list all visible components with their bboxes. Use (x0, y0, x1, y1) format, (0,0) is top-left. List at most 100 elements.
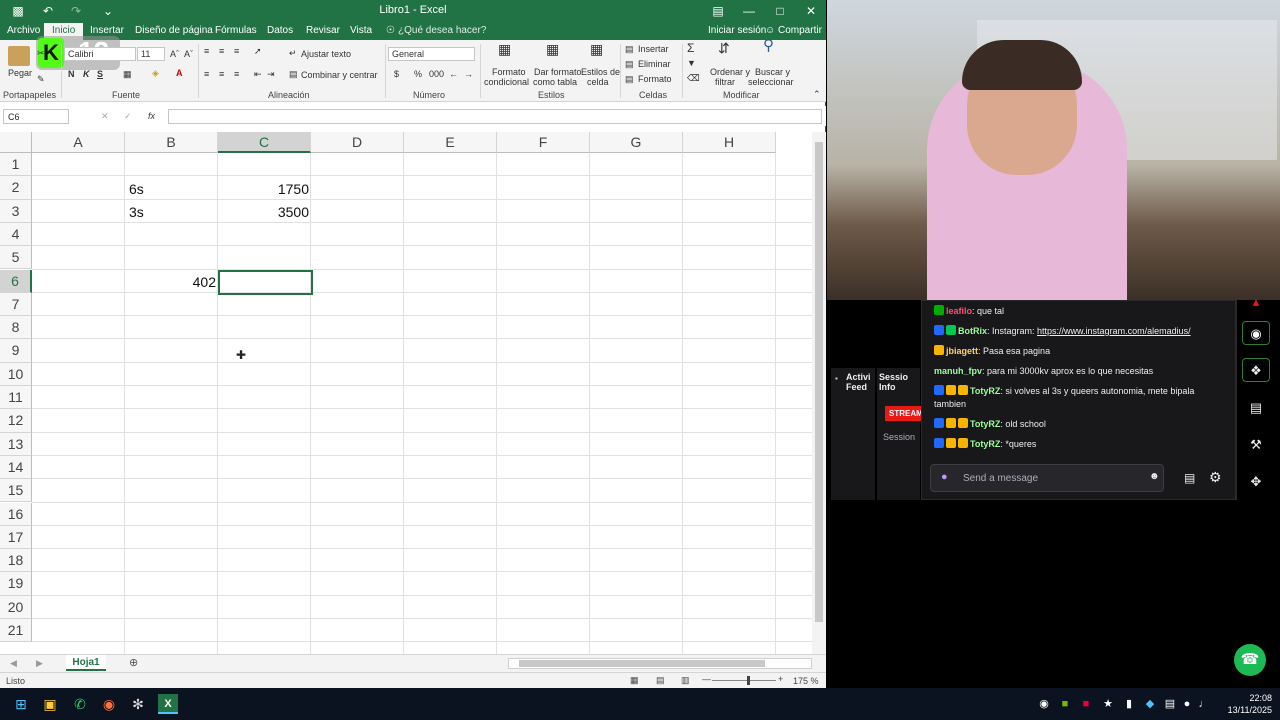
align-right-icon[interactable]: ≡ (234, 69, 239, 79)
chat-badge-icon[interactable] (934, 325, 944, 335)
indent-decrease-icon[interactable]: ⇤ (254, 69, 262, 79)
formula-input[interactable] (168, 109, 822, 124)
close-dock-icon[interactable]: ▴ (1242, 290, 1270, 314)
bold-button[interactable]: N (68, 69, 75, 79)
tell-me-search[interactable]: ¿Qué desea hacer? (398, 25, 486, 36)
shrink-font-icon[interactable]: Aˇ (184, 49, 193, 59)
mic-icon[interactable]: ● (941, 471, 948, 483)
align-middle-icon[interactable]: ≡ (219, 46, 224, 56)
font-color-icon[interactable]: A (176, 68, 183, 78)
column-header-B[interactable]: B (125, 132, 218, 153)
row-header-21[interactable]: 21 (0, 619, 32, 643)
chat-badge-icon[interactable] (946, 325, 956, 335)
increase-decimal-icon[interactable]: ← (449, 69, 458, 79)
obs-icon[interactable]: ✻ (128, 694, 148, 714)
store-icon[interactable]: ▤ (1184, 471, 1195, 485)
excel-taskbar-icon[interactable]: X (158, 694, 178, 714)
currency-button[interactable]: $ (394, 69, 399, 79)
chat-badge-icon[interactable] (934, 385, 944, 395)
format-icon[interactable]: ▤ (625, 74, 634, 84)
nodes-icon[interactable]: ✥ (1242, 470, 1270, 494)
format-table-icon[interactable]: ▦ (546, 42, 559, 56)
row-header-5[interactable]: 5 (0, 246, 32, 270)
active-cell[interactable] (218, 270, 313, 295)
find-label-1[interactable]: Buscar y (755, 67, 790, 77)
collapse-ribbon-icon[interactable]: ⌃ (813, 89, 821, 99)
ribbon-display-icon[interactable]: ▤ (710, 3, 726, 19)
chat-badge-icon[interactable] (946, 438, 956, 448)
cell-C2[interactable]: 1750 (219, 178, 309, 200)
wrap-text-icon[interactable]: ↵ (289, 48, 297, 58)
support-button[interactable]: ☎ (1234, 644, 1266, 676)
tray-icon-3[interactable]: ■ (1076, 694, 1096, 714)
align-bottom-icon[interactable]: ≡ (234, 46, 239, 56)
cell-styles-icon[interactable]: ▦ (590, 42, 603, 56)
horizontal-scroll-thumb[interactable] (519, 660, 765, 667)
tray-icon-1[interactable]: ◉ (1034, 694, 1054, 714)
chat-badge-icon[interactable] (946, 385, 956, 395)
chat-badge-icon[interactable] (934, 418, 944, 428)
row-header-17[interactable]: 17 (0, 525, 32, 550)
session-info-title[interactable]: Sessio Info (879, 372, 919, 392)
row-header-1[interactable]: 1 (0, 153, 32, 177)
row-header-18[interactable]: 18 (0, 549, 32, 573)
sort-label-2[interactable]: filtrar (715, 77, 735, 87)
column-header-C[interactable]: C (218, 132, 311, 153)
chat-username[interactable]: leafilo (946, 306, 972, 316)
zoom-slider[interactable] (712, 680, 776, 681)
delete-cells-button[interactable]: Eliminar (638, 59, 671, 69)
chat-settings-icon[interactable]: ⚙ (1209, 469, 1222, 486)
tray-icon-4[interactable]: ★ (1098, 694, 1118, 714)
format-painter-icon[interactable]: ✎ (37, 74, 45, 84)
tab-insertar[interactable]: Insertar (90, 25, 124, 36)
chat-input[interactable]: ● Send a message ☻ (930, 464, 1164, 492)
row-header-10[interactable]: 10 (0, 362, 32, 386)
insert-function-button[interactable]: fx (148, 111, 155, 121)
worksheet-grid[interactable]: ABCDEFGH 1 2 3 4 5 6 7 8 9 10 11 12 13 14 15 16 17 18 19 20… (0, 132, 812, 654)
chat-username[interactable]: jbiagett (946, 346, 978, 356)
row-header-7[interactable]: 7 (0, 292, 32, 317)
row-header-12[interactable]: 12 (0, 409, 32, 433)
chat-badge-icon[interactable] (958, 418, 968, 428)
font-name-select[interactable]: Calibri (64, 47, 136, 61)
row-header-15[interactable]: 15 (0, 479, 32, 503)
activity-feed-title[interactable]: Activi Feed (846, 372, 876, 392)
chat-username[interactable]: TotyRZ (970, 439, 1000, 449)
row-header-8[interactable]: 8 (0, 316, 32, 340)
percent-button[interactable]: % (414, 69, 422, 79)
align-center-icon[interactable]: ≡ (219, 69, 224, 79)
whatsapp-icon[interactable]: ✆ (70, 694, 90, 714)
row-header-3[interactable]: 3 (0, 199, 32, 223)
tab-formulas[interactable]: Fórmulas (215, 25, 257, 36)
zoom-slider-thumb[interactable] (747, 676, 750, 685)
file-explorer-icon[interactable]: ▣ (40, 694, 60, 714)
cell-B6[interactable]: 402 (126, 271, 216, 293)
chat-username[interactable]: BotRix (958, 326, 987, 336)
indent-increase-icon[interactable]: ⇥ (267, 69, 275, 79)
cancel-icon[interactable]: ✕ (101, 111, 109, 121)
autosum-icon[interactable]: Σ (687, 42, 694, 54)
chat-badge-icon[interactable] (934, 305, 944, 315)
wrap-text-button[interactable]: Ajustar texto (301, 49, 351, 59)
cell-styles-label-2[interactable]: celda (587, 77, 609, 87)
paste-button[interactable]: Pegar (8, 68, 32, 78)
normal-view-icon[interactable]: ▦ (630, 675, 639, 686)
sheet-tab-hoja1[interactable]: Hoja1 (66, 655, 106, 671)
clock-date[interactable]: 13/11/2025 (1220, 705, 1272, 715)
conditional-format-icon[interactable]: ▦ (498, 42, 511, 56)
chat-badge-icon[interactable] (946, 418, 956, 428)
firefox-icon[interactable]: ◉ (99, 694, 119, 714)
cell-C3[interactable]: 3500 (219, 201, 309, 223)
tab-datos[interactable]: Datos (267, 25, 293, 36)
select-all-corner[interactable] (0, 132, 32, 153)
paste-icon[interactable] (8, 46, 30, 66)
row-header-20[interactable]: 20 (0, 595, 32, 619)
merge-icon[interactable]: ▤ (289, 69, 298, 79)
number-format-select[interactable]: General (388, 47, 475, 61)
align-left-icon[interactable]: ≡ (204, 69, 209, 79)
row-header-11[interactable]: 11 (0, 386, 32, 410)
row-header-2[interactable]: 2 (0, 176, 32, 200)
find-select-icon[interactable]: ⚲ (763, 38, 774, 53)
vertical-scrollbar[interactable] (812, 132, 826, 654)
grow-font-icon[interactable]: Aˆ (170, 49, 179, 59)
